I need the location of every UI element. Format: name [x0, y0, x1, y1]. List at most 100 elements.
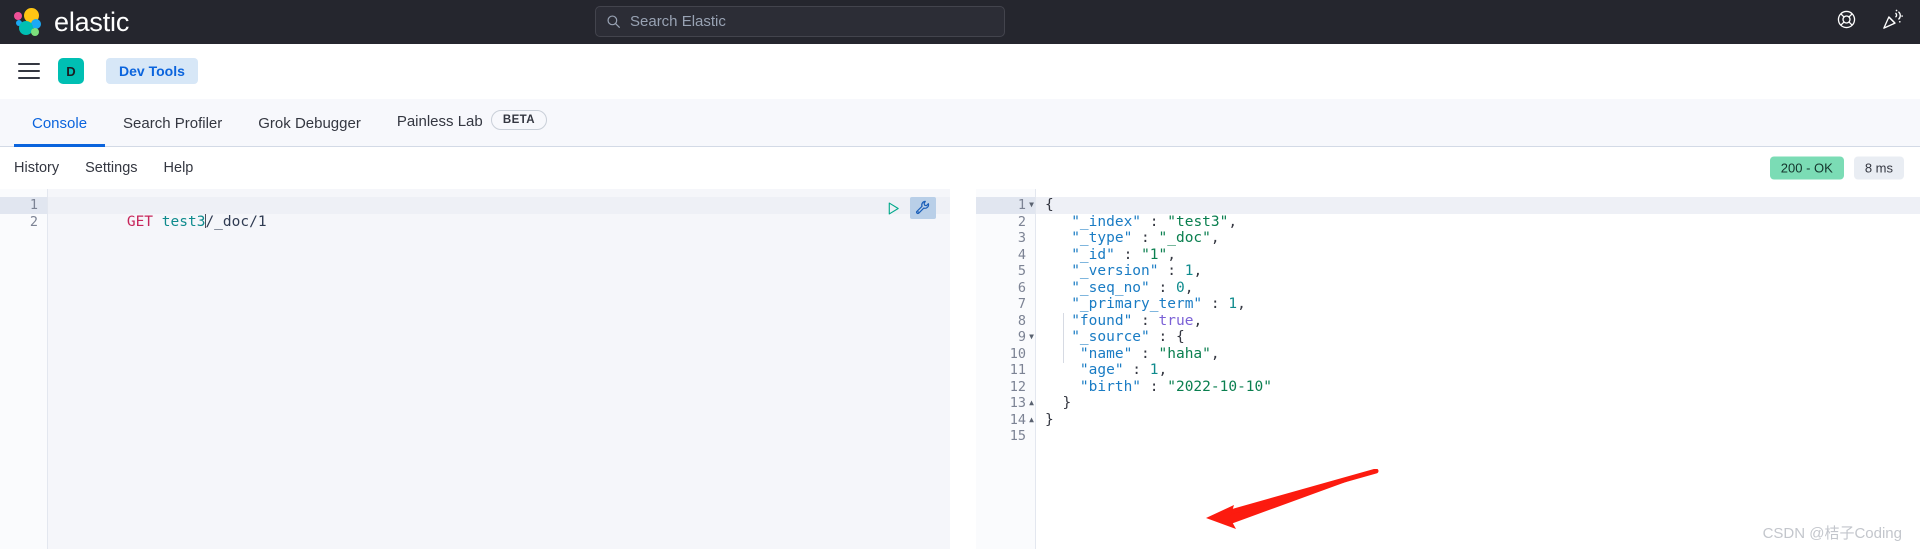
response-line-number: 2	[1017, 213, 1026, 230]
request-line: GET test3/_doc/1	[48, 197, 950, 230]
search-icon	[606, 14, 621, 29]
response-line-number: 8	[1017, 312, 1026, 329]
tab-painless-lab-label: Painless Lab	[396, 112, 483, 130]
json-key: "found"	[1071, 312, 1133, 329]
json-key: "_version"	[1071, 263, 1159, 279]
pane-divider[interactable]	[950, 189, 976, 549]
settings-link[interactable]: Settings	[85, 160, 137, 176]
wrench-icon[interactable]	[910, 197, 936, 219]
json-brace: {	[1045, 197, 1054, 213]
search-input[interactable]: Search Elastic	[630, 13, 726, 30]
response-line-number: 10	[1009, 345, 1026, 362]
fold-down-icon[interactable]: ▼	[1029, 197, 1034, 214]
confetti-icon[interactable]	[1881, 8, 1904, 36]
response-line: "name" : "haha",	[1079, 345, 1220, 362]
beta-badge: BETA	[490, 110, 547, 130]
json-value: 0	[1175, 279, 1185, 296]
elastic-brand[interactable]: elastic	[0, 7, 129, 38]
response-line-number: 7	[1017, 296, 1026, 312]
tab-painless-lab[interactable]: Painless Lab BETA	[379, 110, 565, 146]
console-tool-row: History Settings Help 200 - OK 8 ms	[0, 147, 1920, 189]
tab-console[interactable]: Console	[14, 115, 106, 147]
json-key: "_type"	[1071, 230, 1133, 246]
response-pane: 1 ▼ 2 3 4 5 6 7 8 9 ▼ 10 1 1 12 13 ▲ 14 ▲ 15 { "_index" : "…	[976, 189, 1920, 549]
console-editors: 1 2 GET test3/_doc/1 1 ▼ 2 3 4 5 6 7 8 9…	[0, 189, 1920, 549]
hamburger-menu-icon[interactable]	[18, 63, 40, 79]
response-line-number: 13 ▲	[1009, 395, 1034, 412]
response-line: }	[1036, 412, 1920, 429]
response-line: "found" : true,	[1071, 312, 1203, 329]
response-line: "_version" : 1,	[1071, 263, 1203, 279]
response-line: "_primary_term" : 1,	[1071, 296, 1246, 312]
json-value: "_doc"	[1158, 230, 1211, 246]
response-line: {	[1036, 197, 1920, 214]
request-pane: 1 2 GET test3/_doc/1	[0, 189, 950, 549]
global-search[interactable]: Search Elastic	[595, 6, 1005, 37]
fold-down-icon[interactable]: ▼	[1029, 329, 1034, 346]
json-value: "2022-10-10"	[1167, 378, 1272, 395]
fold-up-icon[interactable]: ▲	[1029, 395, 1034, 412]
response-line-number: 3	[1017, 230, 1026, 246]
json-key: "_index"	[1071, 213, 1142, 230]
top-navigation-bar: elastic Search Elastic	[0, 0, 1920, 44]
request-actions	[880, 197, 936, 219]
indent-guide	[1063, 313, 1064, 363]
request-code[interactable]: GET test3/_doc/1	[48, 189, 950, 549]
response-status-group: 200 - OK 8 ms	[1769, 156, 1904, 180]
help-lifebuoy-icon[interactable]	[1836, 9, 1857, 35]
application-nav-bar: D Dev Tools	[0, 44, 1920, 99]
response-line-number: 1 ▼	[976, 197, 1035, 214]
request-line-number: 2	[29, 213, 38, 230]
response-line: "birth" : "2022-10-10"	[1079, 378, 1272, 395]
response-line-number: 9 ▼	[1017, 329, 1034, 346]
json-key: "birth"	[1079, 378, 1142, 395]
request-line-number: 1	[0, 197, 47, 214]
json-value: 1	[1149, 362, 1159, 378]
status-badge: 200 - OK	[1769, 156, 1844, 180]
json-value: "haha"	[1158, 345, 1211, 362]
response-line-number: 12	[1009, 378, 1026, 395]
response-line: }	[1036, 395, 1920, 412]
response-line: "_seq_no" : 0,	[1071, 279, 1194, 296]
json-value: true	[1158, 312, 1194, 329]
response-line-number: 5	[1017, 263, 1026, 279]
json-value: {	[1175, 329, 1185, 345]
play-request-icon[interactable]	[880, 197, 906, 219]
json-key: "_source"	[1071, 329, 1150, 345]
watermark: CSDN @桔子Coding	[1762, 525, 1902, 542]
json-key: "name"	[1079, 345, 1133, 362]
json-value: "1"	[1141, 246, 1168, 263]
help-link[interactable]: Help	[164, 160, 194, 176]
json-value: 1	[1228, 296, 1238, 312]
request-path: /_doc/1	[205, 213, 267, 230]
json-key: "_primary_term"	[1071, 296, 1203, 312]
response-line-number: 4	[1017, 246, 1026, 263]
tab-search-profiler[interactable]: Search Profiler	[105, 115, 240, 146]
response-line: "_id" : "1",	[1071, 246, 1176, 263]
tab-bar: Console Search Profiler Grok Debugger Pa…	[0, 99, 1920, 147]
json-key: "_id"	[1071, 246, 1115, 263]
duration-badge: 8 ms	[1853, 156, 1904, 180]
elastic-logo-icon	[14, 7, 44, 37]
avatar[interactable]: D	[58, 58, 84, 84]
request-gutter: 1 2	[0, 189, 48, 549]
response-line: "_source" : {	[1071, 329, 1185, 345]
response-line: "_type" : "_doc",	[1071, 230, 1220, 246]
response-line-number: 6	[1017, 279, 1026, 296]
response-line-number: 15	[1009, 428, 1026, 444]
json-value: "test3"	[1167, 213, 1229, 230]
tab-grok-debugger[interactable]: Grok Debugger	[240, 115, 379, 146]
response-line	[1036, 428, 1920, 445]
breadcrumb[interactable]: Dev Tools	[106, 58, 198, 84]
response-line-number: 14 ▲	[1009, 411, 1034, 429]
history-link[interactable]: History	[14, 160, 59, 176]
response-code[interactable]: { "_index" : "test3", "_type" : "_doc", …	[1036, 189, 1920, 549]
index-name: test3	[161, 213, 206, 230]
fold-up-icon[interactable]: ▲	[1029, 412, 1034, 429]
topbar-actions	[1836, 0, 1904, 44]
http-method: GET	[126, 213, 154, 230]
json-brace: }	[1045, 395, 1072, 411]
json-key: "age"	[1079, 362, 1124, 378]
response-gutter: 1 ▼ 2 3 4 5 6 7 8 9 ▼ 10 11 12 13 ▲ 14 ▲ 15	[976, 189, 1036, 549]
response-line: "age" : 1,	[1079, 362, 1168, 378]
